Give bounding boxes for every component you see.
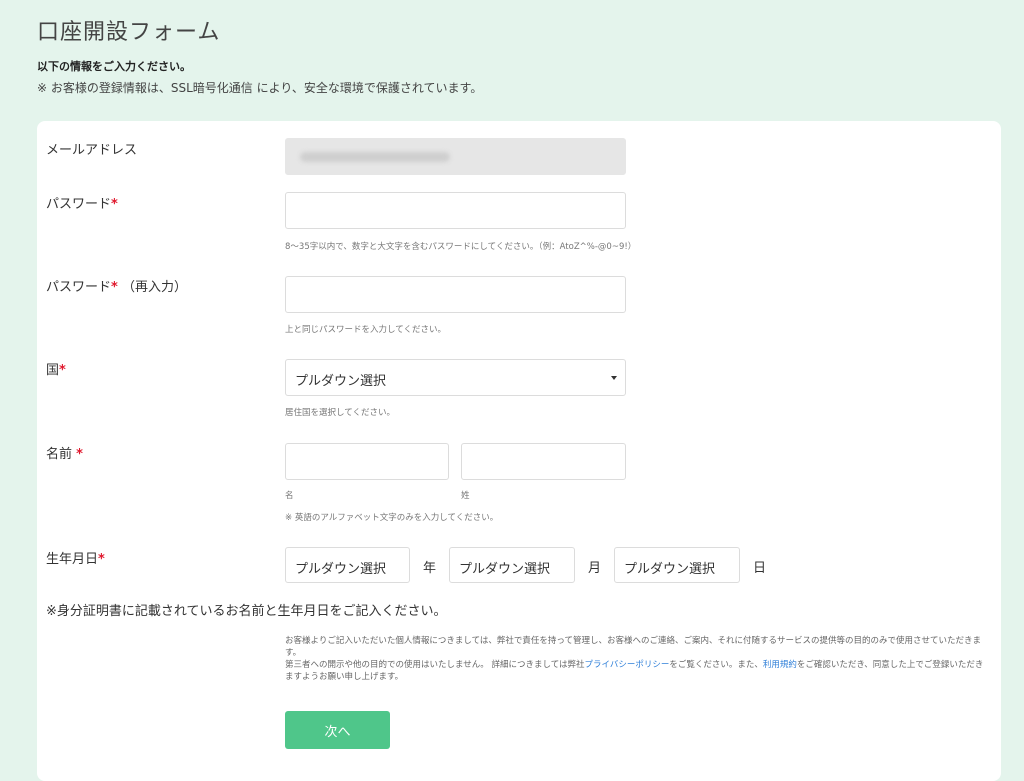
password-label: パスワード* bbox=[46, 197, 118, 212]
password-hint: 8～35字以内で、数字と大文字を含むパスワードにしてください。（例：AtoZ^%… bbox=[285, 242, 637, 252]
next-button[interactable]: 次へ bbox=[285, 711, 390, 749]
privacy-text-3: をご覧ください。また、 bbox=[669, 660, 763, 670]
email-value-blurred bbox=[300, 152, 450, 162]
security-note: ※ お客様の登録情報は、SSL暗号化通信 により、安全な環境で保護されています。 bbox=[37, 81, 483, 95]
country-label: 国* bbox=[46, 363, 66, 378]
form-card: メールアドレス パスワード* 8～35字以内で、数字と大文字を含むパスワードにし… bbox=[37, 121, 1001, 781]
lead-text: 以下の情報をご入力ください。 bbox=[37, 60, 191, 73]
birth-day-value: プルダウン選択 bbox=[624, 562, 716, 577]
password-confirm-hint: 上と同じパスワードを入力してください。 bbox=[285, 325, 446, 335]
privacy-policy-link[interactable]: プライバシーポリシー bbox=[585, 660, 670, 670]
name-note: ※ 英語のアルファベット文字のみを入力してください。 bbox=[285, 513, 499, 523]
privacy-text-2: 第三者への開示や他の目的での使用はいたしません。 詳細につきましては弊社 bbox=[285, 660, 585, 670]
terms-link[interactable]: 利用規約 bbox=[763, 660, 797, 670]
birth-month-value: プルダウン選択 bbox=[459, 562, 551, 577]
month-unit: 月 bbox=[588, 561, 602, 576]
privacy-notice: お客様よりご記入いただいた個人情報につきましては、弊社で責任を持って管理し、お客… bbox=[285, 635, 985, 683]
country-hint: 居住国を選択してください。 bbox=[285, 408, 395, 418]
last-name-field[interactable] bbox=[461, 443, 626, 480]
password-confirm-field[interactable] bbox=[285, 276, 626, 313]
last-name-caption: 姓 bbox=[461, 491, 470, 501]
first-name-field[interactable] bbox=[285, 443, 449, 480]
dropdown-caret-icon bbox=[611, 376, 617, 380]
privacy-text-1: お客様よりご記入いただいた個人情報につきましては、弊社で責任を持って管理し、お客… bbox=[285, 636, 981, 658]
day-unit: 日 bbox=[753, 561, 767, 576]
password-confirm-label: パスワード* （再入力） bbox=[46, 280, 187, 295]
name-label: 名前 * bbox=[46, 447, 83, 462]
email-field[interactable] bbox=[285, 138, 626, 175]
birth-year-value: プルダウン選択 bbox=[295, 562, 387, 577]
birth-day-select[interactable]: プルダウン選択 bbox=[614, 547, 740, 583]
password-field[interactable] bbox=[285, 192, 626, 229]
birth-month-select[interactable]: プルダウン選択 bbox=[449, 547, 575, 583]
birthdate-label: 生年月日* bbox=[46, 552, 105, 567]
country-select[interactable]: プルダウン選択 bbox=[285, 359, 626, 396]
birth-year-select[interactable]: プルダウン選択 bbox=[285, 547, 410, 583]
id-document-note: ※身分証明書に記載されているお名前と生年月日をご記入ください。 bbox=[46, 604, 447, 619]
year-unit: 年 bbox=[423, 561, 437, 576]
email-label: メールアドレス bbox=[46, 143, 138, 158]
country-selected-value: プルダウン選択 bbox=[295, 374, 387, 389]
first-name-caption: 名 bbox=[285, 491, 294, 501]
page-title: 口座開設フォーム bbox=[37, 20, 221, 45]
